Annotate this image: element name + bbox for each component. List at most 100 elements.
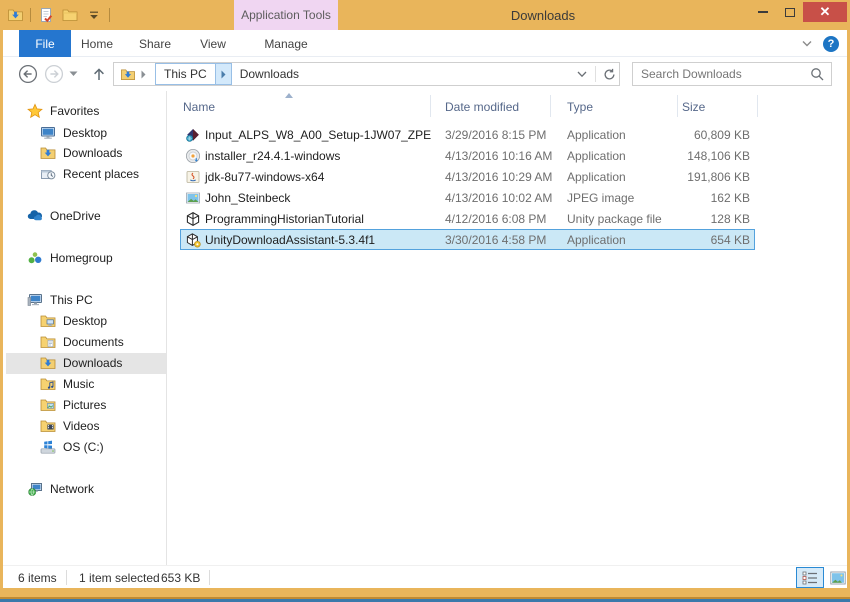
selection-count: 1 item selected (79, 566, 160, 589)
address-dropdown-chevron-icon[interactable] (572, 64, 592, 84)
breadcrumb-chevron-icon[interactable] (141, 70, 146, 79)
minimize-button[interactable] (749, 2, 776, 22)
sidebar-item-pc-desktop[interactable]: Desktop (40, 311, 107, 331)
column-resize-handle[interactable] (430, 95, 431, 117)
file-list-pane: Name Date modified Type Size Input_ALPS_… (167, 91, 847, 565)
main-area: Favorites Desktop Downloads Recent place… (3, 91, 847, 565)
search-icon[interactable] (810, 67, 824, 81)
breadcrumb-this-pc[interactable]: This PC (155, 63, 232, 85)
column-header-size[interactable]: Size (682, 95, 705, 118)
music-folder-icon (40, 376, 56, 392)
ribbon-tab-bar: File Home Share View Manage ? (3, 30, 847, 57)
breadcrumb-this-pc-chevron-icon[interactable] (215, 64, 231, 84)
column-header-type[interactable]: Type (567, 95, 593, 118)
sidebar-item-onedrive[interactable]: OneDrive (27, 206, 101, 226)
sidebar-item-os-c[interactable]: OS (C:) (40, 437, 104, 457)
close-button[interactable]: ✕ (803, 2, 847, 22)
minimize-icon (758, 11, 768, 13)
os-drive-icon (40, 439, 56, 455)
sidebar-item-desktop[interactable]: Desktop (40, 123, 107, 143)
quick-access-toolbar (6, 6, 110, 24)
properties-icon[interactable] (37, 6, 55, 24)
sidebar-item-pictures[interactable]: Pictures (40, 395, 106, 415)
tab-share[interactable]: Share (127, 30, 183, 57)
sidebar-item-network[interactable]: Network (27, 479, 94, 499)
maximize-button[interactable] (776, 2, 803, 22)
videos-folder-icon (40, 418, 56, 434)
unity-app-icon (185, 229, 201, 250)
up-button[interactable] (89, 64, 109, 84)
java-installer-icon (185, 166, 201, 187)
jpeg-image-icon (185, 187, 201, 208)
desktop-monitor-icon (40, 125, 56, 141)
search-input[interactable] (641, 64, 801, 84)
address-bar-row: This PC Downloads (3, 57, 847, 91)
sidebar-item-homegroup[interactable]: Homegroup (27, 248, 113, 268)
details-view-button[interactable] (796, 567, 824, 588)
this-pc-icon (27, 292, 43, 308)
downloads-folder-icon (40, 355, 56, 371)
column-header-name[interactable]: Name (183, 95, 215, 118)
items-count: 6 items (18, 566, 57, 589)
close-icon: ✕ (820, 4, 831, 20)
downloads-folder-icon (40, 145, 56, 161)
refresh-icon[interactable] (599, 64, 619, 84)
documents-folder-icon (40, 334, 56, 350)
qat-separator (109, 8, 110, 22)
sidebar-item-recent-places[interactable]: Recent places (40, 164, 139, 184)
file-row-selected[interactable]: UnityDownloadAssistant-5.3.4f1 3/30/2016… (167, 229, 847, 250)
column-resize-handle[interactable] (757, 95, 758, 117)
sidebar-item-music[interactable]: Music (40, 374, 94, 394)
explorer-window: Application Tools Downloads ✕ File Home … (0, 0, 850, 602)
address-folder-icon (120, 67, 136, 82)
tab-view[interactable]: View (185, 30, 241, 57)
tab-manage[interactable]: Manage (234, 30, 338, 57)
sidebar-item-videos[interactable]: Videos (40, 416, 99, 436)
unity-package-icon (185, 208, 201, 229)
favorites-star-icon (27, 103, 43, 119)
column-header-date-modified[interactable]: Date modified (445, 95, 519, 118)
address-box[interactable]: This PC Downloads (113, 62, 620, 86)
navigation-pane: Favorites Desktop Downloads Recent place… (3, 91, 166, 565)
column-resize-handle[interactable] (550, 95, 551, 117)
disc-installer-icon (185, 145, 201, 166)
qat-separator (30, 8, 31, 22)
status-bar: 6 items 1 item selected 653 KB (3, 565, 847, 588)
customize-qat-chevron-icon[interactable] (85, 6, 103, 24)
sidebar-item-downloads-pc[interactable]: Downloads (40, 353, 122, 373)
sidebar-item-favorites[interactable]: Favorites (27, 101, 99, 121)
tab-home[interactable]: Home (69, 30, 125, 57)
maximize-icon (785, 8, 795, 17)
sidebar-item-this-pc[interactable]: This PC (27, 290, 93, 310)
sidebar-item-downloads-favorites[interactable]: Downloads (40, 143, 122, 163)
recent-locations-chevron-icon[interactable] (66, 64, 80, 84)
pictures-folder-icon (40, 397, 56, 413)
onedrive-cloud-icon (27, 208, 43, 224)
file-row[interactable]: installer_r24.4.1-windows 4/13/2016 10:1… (167, 145, 847, 166)
downloads-folder-icon[interactable] (6, 6, 24, 24)
tab-file[interactable]: File (19, 30, 71, 57)
sidebar-item-documents[interactable]: Documents (40, 332, 124, 352)
large-icons-view-button[interactable] (827, 567, 848, 588)
forward-button[interactable] (44, 64, 64, 84)
title-bar: Application Tools Downloads ✕ (0, 0, 850, 30)
file-row[interactable]: jdk-8u77-windows-x64 4/13/2016 10:29 AM … (167, 166, 847, 187)
desktop-folder-icon (40, 313, 56, 329)
recent-places-icon (40, 166, 56, 182)
window-border-bottom (0, 588, 850, 597)
file-row[interactable]: Input_ALPS_W8_A00_Setup-1JW07_ZPE 3/29/2… (167, 124, 847, 145)
search-box (632, 62, 832, 86)
help-icon[interactable]: ? (823, 36, 839, 52)
new-folder-icon[interactable] (61, 6, 79, 24)
alps-installer-icon (185, 124, 201, 145)
column-resize-handle[interactable] (677, 95, 678, 117)
sort-ascending-icon (285, 93, 293, 98)
breadcrumb-downloads[interactable]: Downloads (240, 67, 299, 81)
file-row[interactable]: ProgrammingHistorianTutorial 4/12/2016 6… (167, 208, 847, 229)
expand-ribbon-chevron-icon[interactable] (801, 40, 813, 48)
file-row[interactable]: John_Steinbeck 4/13/2016 10:02 AM JPEG i… (167, 187, 847, 208)
application-tools-label: Application Tools (241, 8, 331, 22)
network-icon (27, 481, 43, 497)
back-button[interactable] (18, 64, 38, 84)
application-tools-tab-header: Application Tools (234, 0, 338, 30)
